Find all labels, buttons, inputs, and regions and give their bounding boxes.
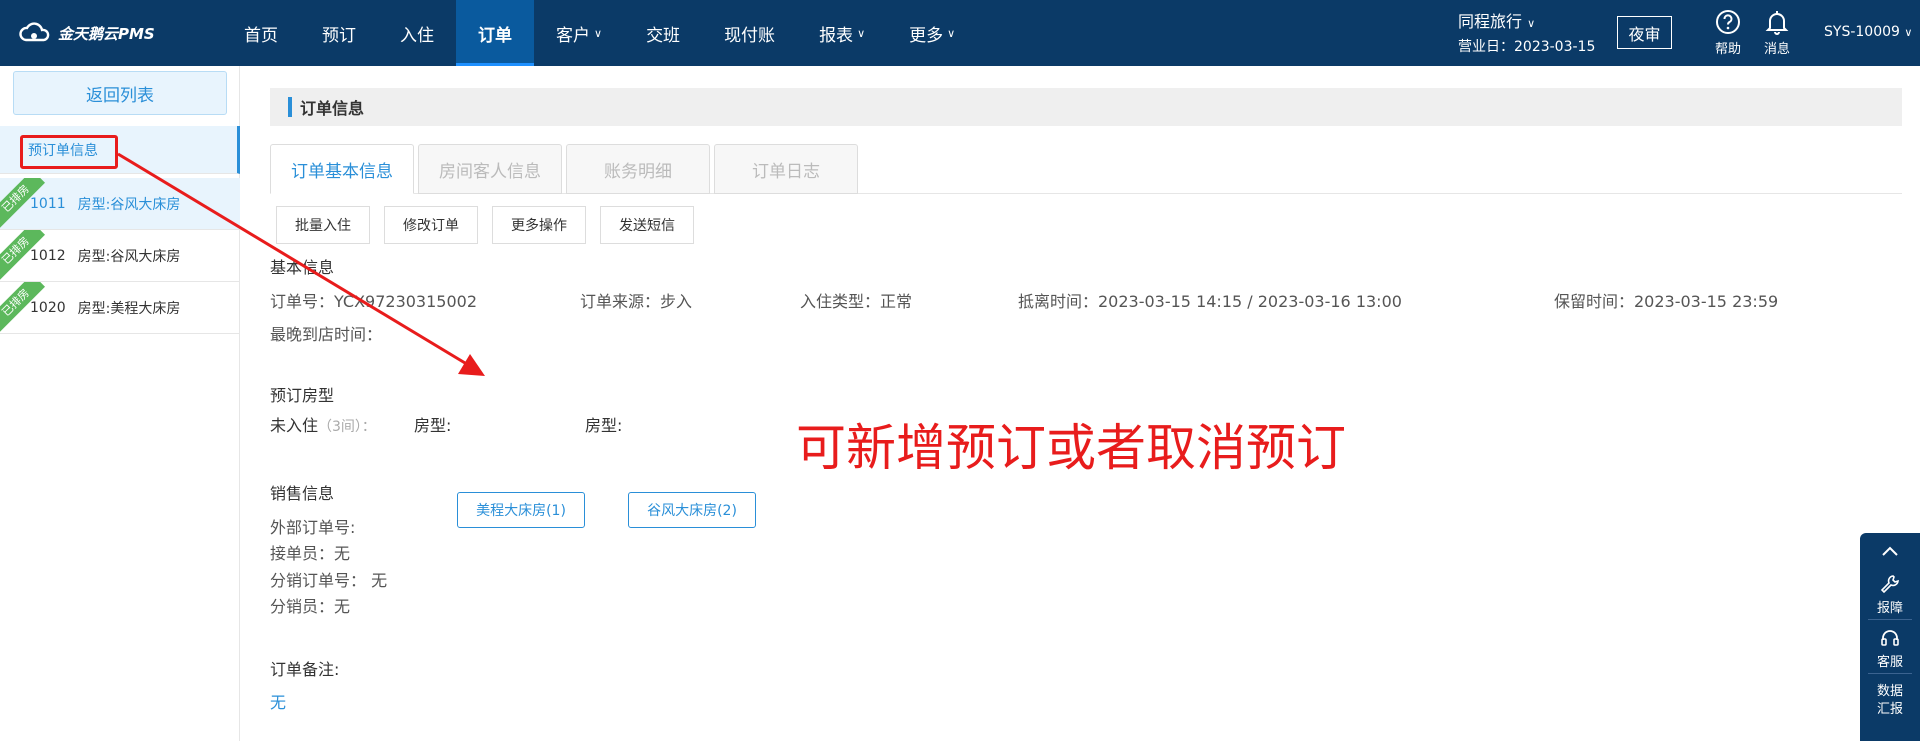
room-type-chip-gufeng[interactable]: 谷风大床房(2) (628, 492, 756, 528)
nav-shift[interactable]: 交班 (624, 0, 702, 66)
more-actions-button[interactable]: 更多操作 (492, 206, 586, 244)
messages-label: 消息 (1763, 42, 1790, 57)
chevron-down-icon: ∨ (1527, 17, 1536, 30)
checkin-type: 入住类型：正常 (800, 292, 913, 311)
batch-checkin-button[interactable]: 批量入住 (276, 206, 370, 244)
nav-customers-label: 客户 (556, 25, 590, 46)
divider (1868, 673, 1912, 674)
user-name: SYS-10009 (1824, 24, 1900, 40)
report-issue-button[interactable]: 报障 (1860, 573, 1920, 616)
section-title-text: 订单信息 (300, 99, 365, 118)
customer-service-label: 客服 (1876, 655, 1903, 670)
report-issue-label: 报障 (1876, 601, 1903, 616)
help-button[interactable]: 帮助 (1708, 8, 1748, 57)
wrench-icon (1880, 575, 1899, 594)
nav-orders[interactable]: 订单 (456, 0, 534, 66)
nav-checkin-label: 入住 (400, 25, 434, 46)
night-audit-button[interactable]: 夜审 (1617, 16, 1672, 49)
room-type-label-2: 房型: (585, 416, 623, 435)
nav-reservation-label: 预订 (322, 25, 356, 46)
section-title: 订单信息 (270, 88, 1902, 126)
receiver: 接单员：无 (270, 544, 351, 563)
main-nav: 首页 预订 入住 订单 客户 ∨ 交班 现付账 报表 ∨ 更多 ∨ (222, 0, 977, 66)
hotel-name: 同程旅行 (1458, 12, 1523, 31)
top-nav-bar: 金天鹅云PMS 首页 预订 入住 订单 客户 ∨ 交班 现付账 报表 ∨ 更多 ∨ 同… (0, 0, 1920, 66)
tab-basic-info[interactable]: 订单基本信息 (270, 144, 414, 194)
distribution-order-number: 分销订单号： 无 (270, 571, 388, 590)
chevron-down-icon: ∨ (947, 26, 956, 40)
room-number: 1020 (30, 299, 66, 316)
reserved-room-types-heading: 预订房型 (270, 386, 335, 405)
sidebar-room-1020[interactable]: 已排房 1020 房型:美程大床房 (0, 282, 240, 334)
help-icon (1716, 10, 1740, 34)
order-remark-value: 无 (270, 693, 287, 712)
nav-cash-account-label: 现付账 (724, 25, 776, 46)
send-sms-button[interactable]: 发送短信 (600, 206, 694, 244)
hotel-selector[interactable]: 同程旅行 ∨ (1458, 11, 1535, 35)
scroll-up-button[interactable] (1860, 541, 1920, 565)
not-checked-in-text: 未入住 (270, 416, 319, 435)
room-type: 房型:谷风大床房 (77, 196, 181, 213)
floating-service-bar: 报障 客服 数据汇报 (1860, 533, 1920, 741)
data-report-button[interactable]: 数据汇报 (1860, 683, 1920, 719)
bell-icon (1765, 11, 1789, 35)
edit-order-button[interactable]: 修改订单 (384, 206, 478, 244)
annotation-highlight-box (20, 135, 118, 169)
nav-home[interactable]: 首页 (222, 0, 300, 66)
chevron-down-icon: ∨ (1904, 26, 1913, 39)
room-type: 房型:美程大床房 (77, 300, 181, 317)
chevron-down-icon: ∨ (594, 26, 603, 40)
arrive-leave-time: 抵离时间：2023-03-15 14:15 / 2023-03-16 13:00 (1018, 292, 1402, 311)
nav-reports[interactable]: 报表 ∨ (797, 0, 887, 66)
action-toolbar: 批量入住 修改订单 更多操作 发送短信 (276, 206, 694, 244)
nav-checkin[interactable]: 入住 (378, 0, 456, 66)
tab-order-log[interactable]: 订单日志 (714, 144, 858, 194)
nav-cash-account[interactable]: 现付账 (702, 0, 797, 66)
annotation-text: 可新增预订或者取消预订 (796, 419, 1346, 477)
nav-more-label: 更多 (909, 25, 944, 46)
nav-orders-label: 订单 (478, 25, 512, 46)
nav-reports-label: 报表 (819, 25, 854, 46)
customer-service-button[interactable]: 客服 (1860, 627, 1920, 670)
order-number: 订单号：YCX97230315002 (270, 292, 478, 311)
divider (1868, 619, 1912, 620)
logo[interactable]: 金天鹅云PMS (18, 20, 155, 46)
not-checked-in-label: 未入住（3间）： (270, 412, 376, 436)
data-report-label: 数据汇报 (1876, 684, 1903, 717)
room-number: 1011 (30, 195, 66, 212)
chevron-down-icon: ∨ (857, 26, 866, 40)
room-type-label-1: 房型: (414, 416, 452, 435)
tab-room-guests[interactable]: 房间客人信息 (418, 144, 562, 194)
room-number: 1012 (30, 247, 66, 264)
nav-shift-label: 交班 (646, 25, 681, 46)
tab-billing[interactable]: 账务明细 (566, 144, 710, 194)
business-day: 营业日：2023-03-15 (1458, 39, 1596, 55)
hold-time: 保留时间：2023-03-15 23:59 (1554, 292, 1779, 311)
order-remark-heading: 订单备注: (270, 660, 340, 679)
user-menu[interactable]: SYS-10009 ∨ (1824, 24, 1912, 40)
nav-customers[interactable]: 客户 ∨ (534, 0, 624, 66)
messages-button[interactable]: 消息 (1757, 8, 1797, 57)
latest-arrival-time: 最晚到店时间： (270, 325, 383, 344)
nav-reservation[interactable]: 预订 (300, 0, 378, 66)
order-source: 订单来源：步入 (580, 292, 693, 311)
external-order-number: 外部订单号: (270, 518, 356, 537)
cloud-logo-icon (19, 22, 50, 42)
basic-info-heading: 基本信息 (270, 258, 335, 277)
room-type-chip-meicheng[interactable]: 美程大床房(1) (457, 492, 585, 528)
room-count: （3间）： (318, 419, 376, 435)
nav-home-label: 首页 (244, 25, 278, 46)
sidebar-room-1012[interactable]: 已排房 1012 房型:谷风大床房 (0, 230, 240, 282)
chevron-up-icon (1882, 546, 1898, 556)
distributor: 分销员：无 (270, 597, 351, 616)
nav-more[interactable]: 更多 ∨ (887, 0, 977, 66)
back-to-list-button[interactable]: 返回列表 (13, 71, 227, 115)
sidebar-room-1011[interactable]: 已排房 1011 房型:谷风大床房 (0, 178, 240, 230)
headset-icon (1881, 630, 1899, 646)
help-label: 帮助 (1714, 42, 1741, 57)
room-type: 房型:谷风大床房 (77, 248, 181, 265)
order-tabs: 订单基本信息 房间客人信息 账务明细 订单日志 (270, 144, 1902, 194)
sales-info-heading: 销售信息 (270, 484, 335, 503)
logo-text: 金天鹅云PMS (58, 24, 155, 43)
